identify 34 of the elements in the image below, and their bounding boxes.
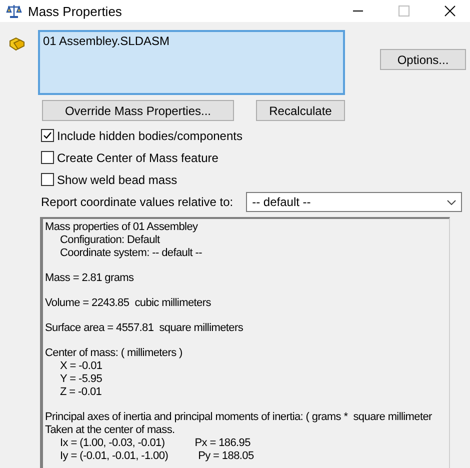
assembly-icon [8, 36, 26, 52]
report-line: Volume = 2243.85 cubic millimeters [45, 297, 211, 310]
report-value: Px = 186.95 [194, 437, 250, 450]
report-line: Z = -0.01 [60, 386, 102, 399]
checkbox-label: Include hidden bodies/components [57, 128, 242, 142]
options-button[interactable]: Options... [380, 49, 466, 70]
report-line: Coordinate system: -- default -- [60, 247, 202, 260]
scale-icon [6, 4, 22, 18]
report-line: Y = -5.95 [60, 373, 102, 386]
report-line: Principal axes of inertia and principal moments of inertia: ( grams * square millimeter [45, 411, 432, 424]
report-line: Ix = (1.00, -0.03, -0.01) [60, 437, 165, 450]
report-line: Taken at the center of mass. [45, 424, 175, 437]
checkbox-label: Show weld bead mass [57, 172, 178, 186]
report-line: Iy = (-0.01, -0.01, -1.00) [60, 450, 168, 463]
checkbox[interactable] [41, 173, 54, 186]
recalculate-button[interactable]: Recalculate [256, 100, 345, 121]
selection-list[interactable]: 01 Assembley.SLDASM [38, 30, 345, 95]
coordinate-label: Report coordinate values relative to: [41, 195, 234, 209]
checkbox[interactable] [41, 129, 54, 142]
list-item[interactable]: 01 Assembley.SLDASM [43, 34, 170, 48]
report-line: Mass properties of 01 Assembley [45, 221, 198, 234]
checkbox[interactable] [41, 151, 54, 164]
report-line: Surface area = 4557.81 square millimeters [45, 322, 244, 335]
report-line: Configuration: Default [60, 234, 160, 247]
report-line: X = -0.01 [60, 360, 102, 373]
report-line: Center of mass: ( millimeters ) [45, 347, 182, 360]
coordinate-dropdown[interactable]: -- default -- [246, 192, 462, 212]
report-line: Mass = 2.81 grams [45, 272, 134, 285]
override-button[interactable]: Override Mass Properties... [42, 100, 234, 121]
close-icon[interactable] [444, 5, 456, 17]
report-value: Py = 188.05 [198, 450, 254, 463]
window-title: Mass Properties [28, 4, 123, 18]
chevron-icon [447, 200, 456, 204]
checkbox-label: Create Center of Mass feature [57, 150, 218, 164]
